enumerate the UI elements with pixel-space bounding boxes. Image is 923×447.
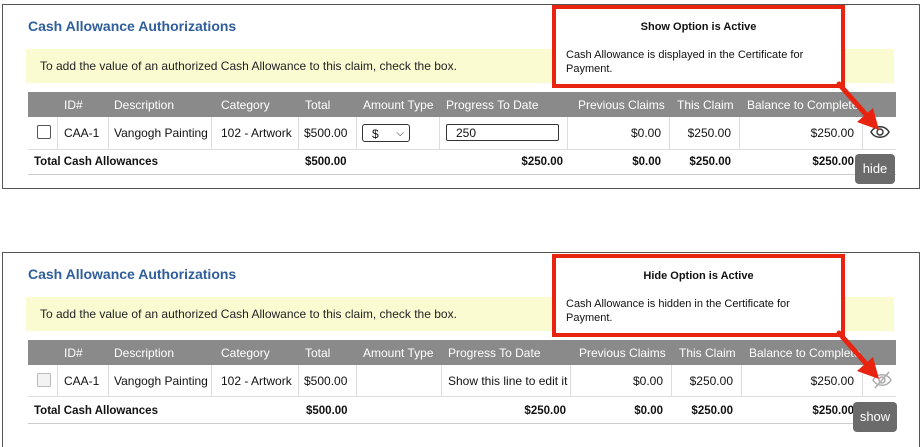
col-category: Category bbox=[221, 98, 270, 112]
col-total: Total bbox=[305, 346, 331, 360]
table-header: ID# Description Category Total Amount Ty… bbox=[28, 92, 896, 117]
callout-body: Cash Allowance is displayed in the Certi… bbox=[566, 49, 804, 75]
amount-type-select[interactable]: $ ⌵ bbox=[362, 124, 410, 142]
totals-row: Total Cash Allowances $500.00 $250.00 $0… bbox=[28, 399, 896, 424]
cash-allowance-panel-show: Cash Allowance Authorizations To add the… bbox=[2, 4, 920, 189]
callout-body: Cash Allowance is hidden in the Certific… bbox=[566, 298, 790, 324]
col-previous-claims: Previous Claims bbox=[578, 98, 665, 112]
callout-arrow-icon bbox=[836, 330, 879, 379]
table-header: ID# Description Category Total Amount Ty… bbox=[28, 340, 896, 365]
notice-text: To add the value of an authorized Cash A… bbox=[40, 59, 457, 73]
row-this-claim: $250.00 bbox=[687, 126, 731, 140]
table-row: CAA-1 Vangogh Painting 102 - Artwork $50… bbox=[28, 117, 896, 150]
totals-progress: $250.00 bbox=[524, 405, 566, 417]
totals-previous: $0.00 bbox=[632, 156, 661, 168]
row-id: CAA-1 bbox=[64, 126, 100, 140]
totals-this-claim: $250.00 bbox=[689, 156, 731, 168]
row-description: Vangogh Painting bbox=[114, 126, 208, 140]
callout-arrow-icon bbox=[836, 81, 879, 130]
totals-total: $500.00 bbox=[305, 156, 347, 168]
table-row: CAA-1 Vangogh Painting 102 - Artwork $50… bbox=[28, 365, 896, 397]
col-description: Description bbox=[114, 98, 175, 112]
col-amount-type: Amount Type bbox=[363, 98, 434, 112]
notice-text: To add the value of an authorized Cash A… bbox=[40, 307, 457, 321]
row-category: 102 - Artwork bbox=[221, 374, 292, 388]
col-amount-type: Amount Type bbox=[363, 346, 434, 360]
col-id: ID# bbox=[64, 346, 83, 360]
callout-title: Show Option is Active bbox=[640, 21, 757, 33]
row-total: $500.00 bbox=[304, 374, 348, 388]
row-progress-note: Show this line to edit it bbox=[448, 374, 568, 388]
col-this-claim: This Claim bbox=[677, 98, 734, 112]
cash-allowance-panel-hide: Cash Allowance Authorizations To add the… bbox=[2, 252, 920, 447]
row-previous: $0.00 bbox=[632, 374, 663, 388]
totals-row: Total Cash Allowances $500.00 $250.00 $0… bbox=[28, 150, 896, 175]
section-title: Cash Allowance Authorizations bbox=[28, 18, 237, 34]
col-this-claim: This Claim bbox=[679, 346, 736, 360]
callout-title: Hide Option is Active bbox=[643, 270, 754, 282]
row-previous: $0.00 bbox=[630, 126, 661, 140]
row-this-claim: $250.00 bbox=[689, 374, 733, 388]
totals-label: Total Cash Allowances bbox=[34, 405, 158, 417]
totals-previous: $0.00 bbox=[634, 405, 663, 417]
row-category: 102 - Artwork bbox=[221, 126, 292, 140]
col-category: Category bbox=[221, 346, 270, 360]
section-title: Cash Allowance Authorizations bbox=[28, 266, 237, 282]
progress-input[interactable]: 250 bbox=[446, 124, 559, 141]
col-id: ID# bbox=[64, 98, 83, 112]
row-description: Vangogh Painting bbox=[114, 374, 208, 388]
totals-progress: $250.00 bbox=[521, 156, 563, 168]
hide-callout: Hide Option is Active Cash Allowance is … bbox=[552, 254, 845, 337]
show-button[interactable]: show bbox=[853, 402, 897, 432]
col-progress: Progress To Date bbox=[448, 346, 541, 360]
col-previous-claims: Previous Claims bbox=[579, 346, 666, 360]
totals-balance: $250.00 bbox=[812, 156, 854, 168]
row-total: $500.00 bbox=[304, 126, 348, 140]
show-callout: Show Option is Active Cash Allowance is … bbox=[552, 5, 845, 88]
include-checkbox[interactable] bbox=[37, 125, 51, 139]
row-id: CAA-1 bbox=[64, 374, 100, 388]
col-progress: Progress To Date bbox=[446, 98, 539, 112]
totals-this-claim: $250.00 bbox=[691, 405, 733, 417]
totals-balance: $250.00 bbox=[812, 405, 854, 417]
hide-button[interactable]: hide bbox=[855, 154, 895, 184]
chevron-down-icon: ⌵ bbox=[396, 128, 404, 139]
include-checkbox-disabled bbox=[37, 373, 51, 387]
col-description: Description bbox=[114, 346, 175, 360]
col-total: Total bbox=[305, 98, 331, 112]
totals-total: $500.00 bbox=[306, 405, 348, 417]
totals-label: Total Cash Allowances bbox=[34, 156, 158, 168]
